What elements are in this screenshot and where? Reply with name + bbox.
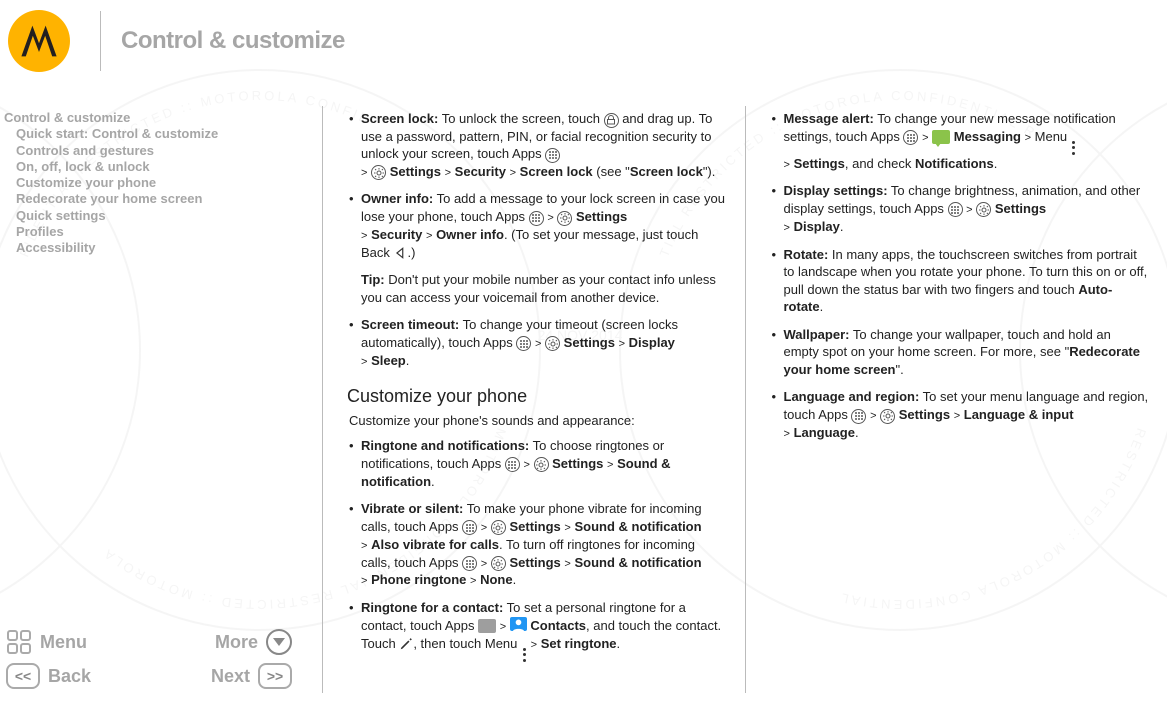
toc-item-quick-settings[interactable]: Quick settings [4, 208, 312, 224]
lock-icon [604, 113, 619, 128]
heading-customize-phone: Customize your phone [347, 384, 727, 408]
overflow-menu-icon [521, 648, 527, 662]
menu-grid-icon [6, 629, 32, 655]
apps-icon [851, 409, 866, 424]
gear-icon [545, 336, 560, 351]
item-screen-lock: Screen lock: To unlock the screen, touch… [349, 110, 727, 180]
more-button[interactable]: More [215, 629, 292, 655]
apps-icon [462, 520, 477, 535]
nav-controls: Menu More << Back Next >> [4, 625, 312, 703]
toc-item-redecorate[interactable]: Redecorate your home screen [4, 191, 312, 207]
apps-icon [948, 202, 963, 217]
next-button[interactable]: Next >> [211, 663, 292, 689]
messaging-icon [932, 130, 950, 144]
item-vibrate-silent: Vibrate or silent: To make your phone vi… [349, 500, 727, 589]
overflow-menu-icon [1071, 141, 1077, 155]
gear-icon [534, 457, 549, 472]
gear-icon [371, 165, 386, 180]
gear-icon [880, 409, 895, 424]
item-message-alert: Message alert: To change your new messag… [772, 110, 1150, 172]
pencil-icon [399, 637, 413, 651]
intro-customize: Customize your phone's sounds and appear… [349, 412, 727, 430]
item-language-region: Language and region: To set your menu la… [772, 388, 1150, 441]
apps-icon [505, 457, 520, 472]
menu-button[interactable]: Menu [6, 629, 87, 655]
apps-icon [903, 130, 918, 145]
menu-label: Menu [40, 632, 87, 653]
more-dropdown-icon [266, 629, 292, 655]
header-divider [100, 11, 101, 71]
table-of-contents: Control & customize Quick start: Control… [4, 110, 312, 256]
item-display-settings: Display settings: To change brightness, … [772, 182, 1150, 235]
gear-icon [976, 202, 991, 217]
apps-icon [529, 211, 544, 226]
next-label: Next [211, 666, 250, 687]
back-label: Back [48, 666, 91, 687]
next-chevron-icon: >> [258, 663, 292, 689]
toc-item-on-off-lock[interactable]: On, off, lock & unlock [4, 159, 312, 175]
app-square-icon [478, 619, 496, 633]
motorola-logo [8, 10, 70, 72]
toc-item-quick-start[interactable]: Quick start: Control & customize [4, 126, 312, 142]
gear-icon [491, 520, 506, 535]
item-ringtone-contact: Ringtone for a contact: To set a persona… [349, 599, 727, 661]
item-owner-info: Owner info: To add a message to your loc… [349, 190, 727, 261]
contacts-icon [510, 617, 527, 631]
item-rotate: Rotate: In many apps, the touchscreen sw… [772, 246, 1150, 316]
more-label: More [215, 632, 258, 653]
apps-icon [545, 148, 560, 163]
gear-icon [557, 211, 572, 226]
content-column-2: Message alert: To change your new messag… [746, 82, 1167, 713]
back-chevron-icon: << [6, 663, 40, 689]
item-wallpaper: Wallpaper: To change your wallpaper, tou… [772, 326, 1150, 379]
back-button[interactable]: << Back [6, 663, 91, 689]
toc-item-control-customize[interactable]: Control & customize [4, 110, 312, 126]
item-ringtone-notifications: Ringtone and notifications: To choose ri… [349, 437, 727, 490]
page-title: Control & customize [121, 27, 345, 55]
page-header: Control & customize [0, 0, 1167, 82]
toc-item-controls-gestures[interactable]: Controls and gestures [4, 143, 312, 159]
apps-icon [462, 556, 477, 571]
content-column-1: Screen lock: To unlock the screen, touch… [323, 82, 745, 713]
gear-icon [491, 556, 506, 571]
toc-item-accessibility[interactable]: Accessibility [4, 240, 312, 256]
back-triangle-icon [394, 246, 408, 260]
toc-item-profiles[interactable]: Profiles [4, 224, 312, 240]
tip-text: Tip: Don't put your mobile number as you… [349, 271, 727, 306]
sidebar: Control & customize Quick start: Control… [0, 82, 322, 713]
apps-icon [516, 336, 531, 351]
toc-item-customize-phone[interactable]: Customize your phone [4, 175, 312, 191]
item-screen-timeout: Screen timeout: To change your timeout (… [349, 316, 727, 369]
